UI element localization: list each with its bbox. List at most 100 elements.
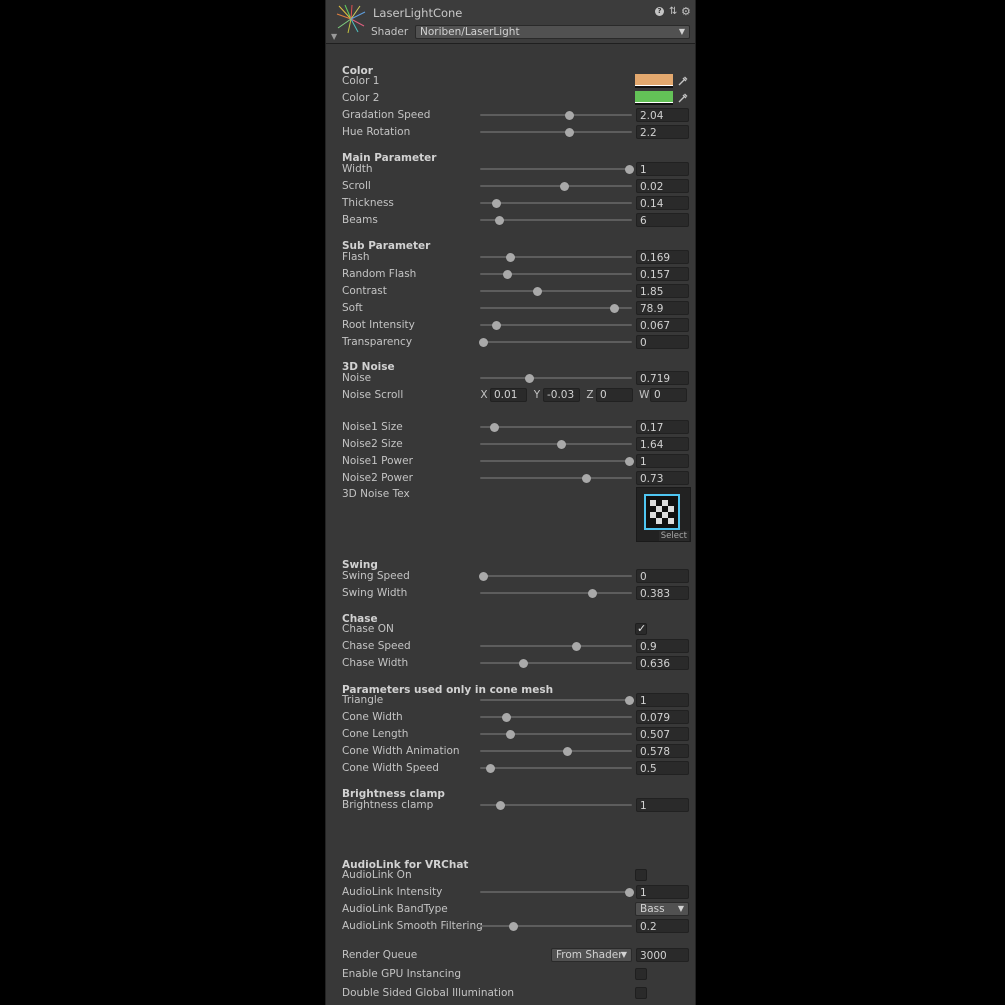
- random-flash-field[interactable]: 0.157: [636, 267, 689, 281]
- noise-scroll-w-field[interactable]: 0: [650, 388, 687, 402]
- texture-select-button[interactable]: Select: [658, 531, 689, 541]
- slider-knob[interactable]: [557, 439, 567, 449]
- brightness-clamp-field[interactable]: 1: [636, 798, 689, 812]
- gpu-instancing-checkbox[interactable]: [635, 968, 647, 980]
- noise2-size-slider[interactable]: [480, 439, 632, 449]
- contrast-slider[interactable]: [480, 286, 632, 296]
- slider-knob[interactable]: [519, 658, 529, 668]
- audiolink-bandtype-dropdown[interactable]: Bass ▼: [635, 902, 689, 916]
- flash-slider[interactable]: [480, 252, 632, 262]
- noise-field[interactable]: 0.719: [636, 371, 689, 385]
- slider-knob[interactable]: [525, 373, 535, 383]
- noise1-size-field[interactable]: 0.17: [636, 420, 689, 434]
- noise2-power-field[interactable]: 0.73: [636, 471, 689, 485]
- slider-knob[interactable]: [624, 695, 634, 705]
- double-sided-gi-checkbox[interactable]: [635, 987, 647, 999]
- width-field[interactable]: 1: [636, 162, 689, 176]
- slider-knob[interactable]: [571, 641, 581, 651]
- noise1-size-slider[interactable]: [480, 422, 632, 432]
- preset-icon[interactable]: ⇅: [669, 6, 677, 17]
- slider-knob[interactable]: [478, 571, 488, 581]
- slider-knob[interactable]: [496, 800, 506, 810]
- audiolink-smooth-field[interactable]: 0.2: [636, 919, 689, 933]
- cone-width-animation-slider[interactable]: [480, 746, 632, 756]
- noise-scroll-z-field[interactable]: 0: [596, 388, 633, 402]
- root-intensity-slider[interactable]: [480, 320, 632, 330]
- triangle-field[interactable]: 1: [636, 693, 689, 707]
- hue-rotation-slider[interactable]: [480, 127, 632, 137]
- swing-speed-field[interactable]: 0: [636, 569, 689, 583]
- beams-slider[interactable]: [480, 215, 632, 225]
- help-icon[interactable]: ?: [655, 7, 664, 16]
- render-queue-field[interactable]: 3000: [636, 948, 689, 962]
- beams-field[interactable]: 6: [636, 213, 689, 227]
- transparency-slider[interactable]: [478, 337, 632, 347]
- cone-width-field[interactable]: 0.079: [636, 710, 689, 724]
- gradation-speed-field[interactable]: 2.04: [636, 108, 689, 122]
- eyedropper-icon[interactable]: [678, 93, 688, 103]
- shader-dropdown[interactable]: Noriben/LaserLight ▼: [415, 25, 690, 39]
- fold-arrow-icon[interactable]: ▼: [331, 32, 337, 41]
- slider-knob[interactable]: [494, 215, 504, 225]
- brightness-clamp-slider[interactable]: [480, 800, 632, 810]
- slider-knob[interactable]: [588, 588, 597, 598]
- slider-knob[interactable]: [609, 303, 619, 313]
- slider-knob[interactable]: [490, 422, 500, 432]
- chase-on-checkbox[interactable]: [635, 622, 647, 635]
- slider-knob[interactable]: [506, 252, 516, 262]
- scroll-field[interactable]: 0.02: [636, 179, 689, 193]
- hue-rotation-field[interactable]: 2.2: [636, 125, 689, 139]
- cone-width-speed-field[interactable]: 0.5: [636, 761, 689, 775]
- thickness-slider[interactable]: [480, 198, 632, 208]
- color2-swatch[interactable]: [635, 91, 673, 105]
- slider-knob[interactable]: [624, 164, 634, 174]
- root-intensity-field[interactable]: 0.067: [636, 318, 689, 332]
- noise2-power-slider[interactable]: [480, 473, 632, 483]
- slider-knob[interactable]: [501, 712, 511, 722]
- chase-width-slider[interactable]: [480, 658, 632, 668]
- swing-width-field[interactable]: 0.383: [636, 586, 689, 600]
- cone-length-slider[interactable]: [480, 729, 632, 739]
- audiolink-intensity-slider[interactable]: [480, 887, 634, 897]
- swing-speed-slider[interactable]: [478, 571, 632, 581]
- noise-slider[interactable]: [480, 373, 632, 383]
- slider-knob[interactable]: [564, 110, 574, 120]
- cone-width-speed-slider[interactable]: [480, 763, 632, 773]
- render-queue-dropdown[interactable]: From Shader ▼: [551, 948, 632, 962]
- soft-slider[interactable]: [480, 303, 632, 313]
- audiolink-intensity-field[interactable]: 1: [636, 885, 689, 899]
- slider-knob[interactable]: [563, 746, 573, 756]
- noise-scroll-x-field[interactable]: 0.01: [490, 388, 527, 402]
- noise-texture-slot[interactable]: Select: [636, 487, 691, 542]
- slider-knob[interactable]: [478, 337, 488, 347]
- eyedropper-icon[interactable]: [678, 76, 688, 86]
- slider-knob[interactable]: [503, 269, 513, 279]
- swing-width-slider[interactable]: [480, 588, 632, 598]
- slider-knob[interactable]: [565, 127, 575, 137]
- flash-field[interactable]: 0.169: [636, 250, 689, 264]
- audiolink-on-checkbox[interactable]: [635, 869, 647, 881]
- scroll-slider[interactable]: [480, 181, 632, 191]
- gear-icon[interactable]: ⚙: [681, 5, 691, 18]
- noise1-power-field[interactable]: 1: [636, 454, 689, 468]
- color1-swatch[interactable]: [635, 74, 673, 88]
- random-flash-slider[interactable]: [480, 269, 632, 279]
- slider-knob[interactable]: [491, 198, 501, 208]
- slider-knob[interactable]: [506, 729, 516, 739]
- slider-knob[interactable]: [624, 887, 634, 897]
- noise1-power-slider[interactable]: [480, 456, 634, 466]
- slider-knob[interactable]: [624, 456, 634, 466]
- slider-knob[interactable]: [491, 320, 501, 330]
- noise2-size-field[interactable]: 1.64: [636, 437, 689, 451]
- slider-knob[interactable]: [485, 763, 495, 773]
- slider-knob[interactable]: [532, 286, 542, 296]
- noise-scroll-y-field[interactable]: -0.03: [543, 388, 580, 402]
- triangle-slider[interactable]: [480, 695, 634, 705]
- cone-width-slider[interactable]: [480, 712, 632, 722]
- transparency-field[interactable]: 0: [636, 335, 689, 349]
- slider-knob[interactable]: [509, 921, 519, 931]
- soft-field[interactable]: 78.9: [636, 301, 689, 315]
- cone-width-animation-field[interactable]: 0.578: [636, 744, 689, 758]
- chase-speed-slider[interactable]: [480, 641, 632, 651]
- slider-knob[interactable]: [560, 181, 570, 191]
